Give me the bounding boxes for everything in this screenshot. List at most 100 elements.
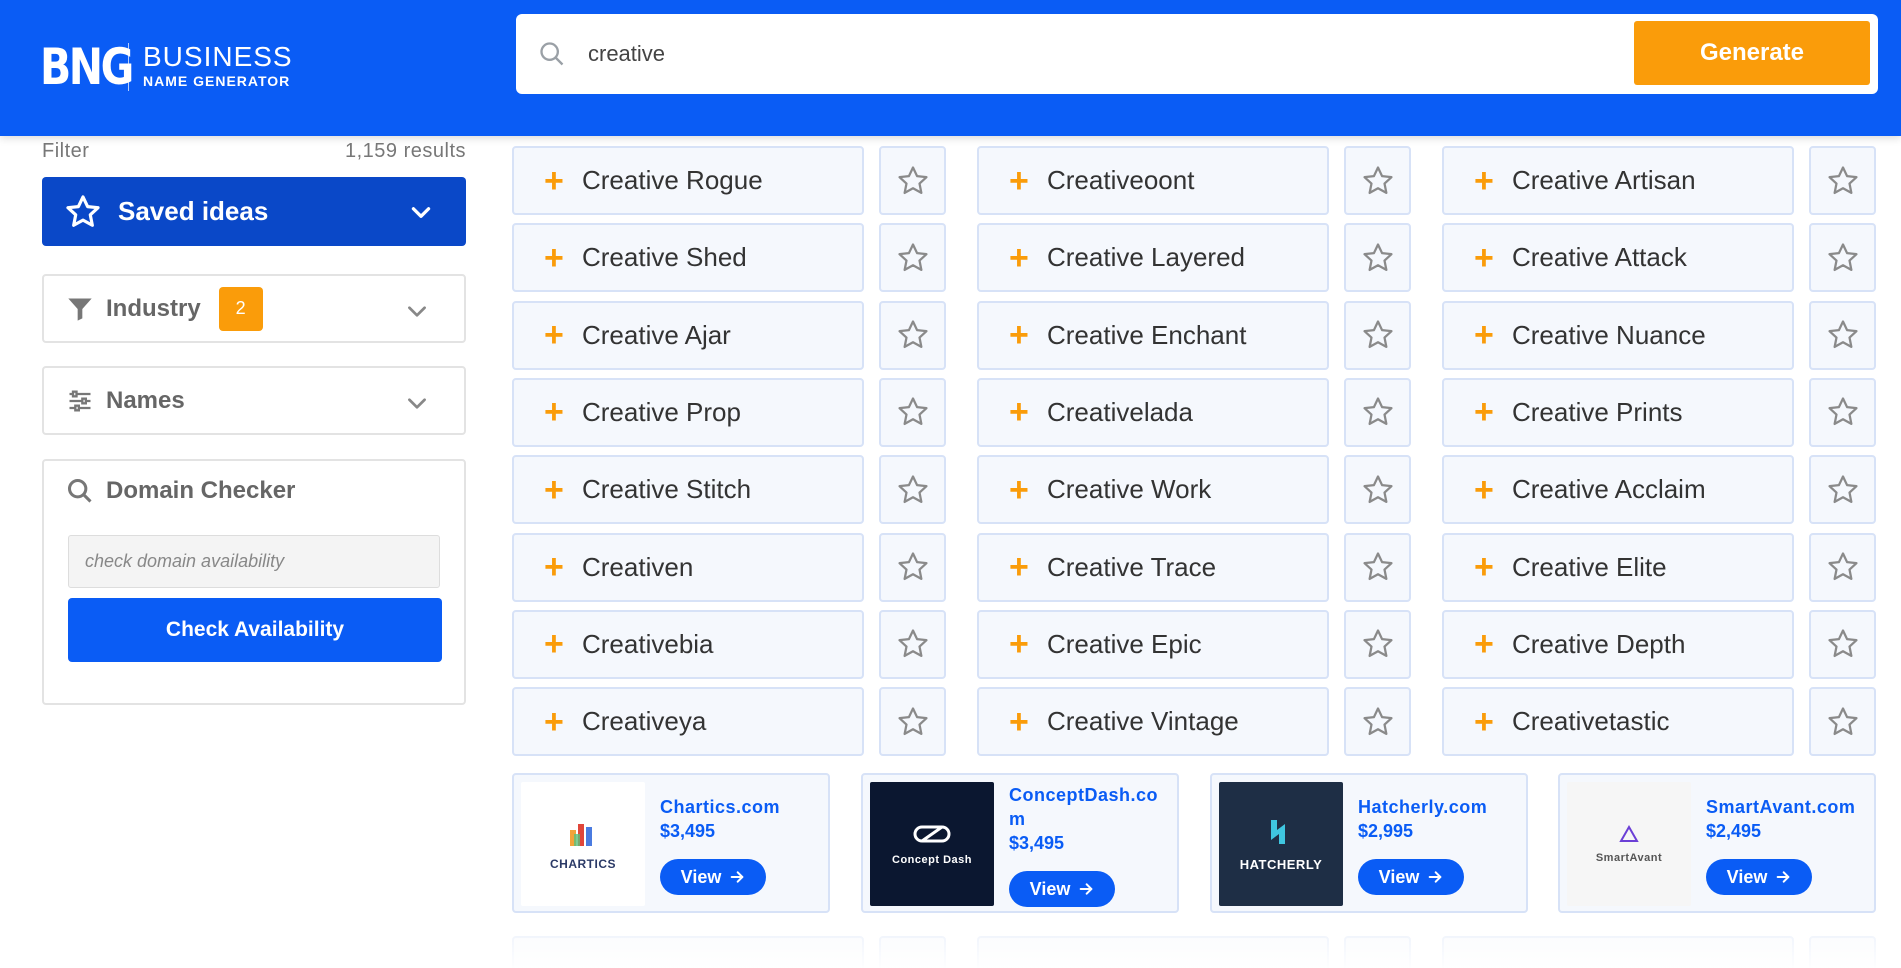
name-idea-card[interactable]: + Creative Attack: [1442, 223, 1794, 293]
save-star-button-partial[interactable]: [1809, 936, 1876, 968]
save-star-button[interactable]: [1809, 455, 1876, 525]
name-idea-card[interactable]: + Creative Artisan: [1442, 146, 1794, 215]
save-star-button[interactable]: [879, 377, 946, 447]
saved-ideas-button[interactable]: Saved ideas: [42, 177, 466, 246]
name-idea-card[interactable]: + Creativeya: [512, 687, 864, 757]
domain-ad-card[interactable]: Concept Dash ConceptDash.com $3,495 View: [861, 773, 1179, 913]
save-star-button-partial[interactable]: [879, 936, 946, 968]
save-star-button[interactable]: [1809, 377, 1876, 447]
domain-name[interactable]: Chartics.com: [660, 795, 820, 819]
save-star-button[interactable]: [1344, 300, 1411, 370]
star-icon: [1827, 165, 1858, 194]
domain-name[interactable]: ConceptDash.com: [1009, 783, 1169, 831]
star-icon: [66, 194, 100, 227]
save-star-button[interactable]: [1809, 223, 1876, 293]
save-star-button[interactable]: [1344, 146, 1411, 215]
domain-logo-text: HATCHERLY: [1239, 857, 1323, 872]
save-star-button[interactable]: [1344, 223, 1411, 293]
name-idea-label: Creative Prints: [1512, 396, 1683, 427]
names-filter[interactable]: Names: [42, 366, 466, 435]
name-idea-card-partial[interactable]: [1442, 936, 1794, 968]
name-idea-card[interactable]: + Creative Vintage: [977, 687, 1329, 757]
save-star-button[interactable]: [1809, 146, 1876, 215]
view-domain-button[interactable]: View: [1009, 871, 1115, 907]
name-idea-card[interactable]: + Creative Acclaim: [1442, 455, 1794, 525]
star-icon: [1827, 320, 1858, 349]
name-idea-card[interactable]: + Creativebia: [512, 609, 864, 679]
save-star-button[interactable]: [1344, 532, 1411, 602]
star-icon: [1362, 243, 1393, 271]
save-star-button[interactable]: [1344, 455, 1411, 525]
arrow-right-icon: [1777, 871, 1790, 883]
save-star-button[interactable]: [1344, 377, 1411, 447]
name-idea-card[interactable]: + Creative Elite: [1442, 532, 1794, 602]
name-idea-card[interactable]: + Creativetastic: [1442, 687, 1794, 757]
domain-input[interactable]: [68, 535, 440, 588]
logo-mark: BNG: [40, 38, 134, 96]
name-idea-card[interactable]: + Creative Prints: [1442, 377, 1794, 447]
check-availability-button[interactable]: Check Availability: [68, 598, 442, 662]
name-idea-card[interactable]: + Creative Depth: [1442, 609, 1794, 679]
domain-name[interactable]: SmartAvant.com: [1706, 795, 1866, 819]
filter-row: Filter 1,159 results: [42, 140, 466, 163]
generate-button[interactable]: Generate: [1634, 21, 1870, 85]
star-icon: [1827, 475, 1858, 503]
save-star-button[interactable]: [879, 455, 946, 525]
star-icon: [1827, 552, 1858, 581]
industry-filter[interactable]: Industry 2: [42, 274, 466, 343]
domain-logo: CHARTICS: [521, 782, 645, 906]
plus-icon: +: [544, 393, 564, 432]
save-star-button[interactable]: [879, 146, 946, 215]
name-idea-label: Creativetastic: [1512, 706, 1670, 737]
plus-icon: +: [544, 238, 564, 277]
name-idea-label: Creative Ajar: [582, 319, 731, 350]
name-idea-card-partial[interactable]: [977, 936, 1329, 968]
name-idea-card[interactable]: + Creative Enchant: [977, 300, 1329, 370]
logo-text: BUSINESS NAME GENERATOR: [143, 43, 293, 91]
view-domain-button[interactable]: View: [1706, 859, 1812, 895]
name-idea-card[interactable]: + Creative Stitch: [512, 455, 864, 525]
star-icon: [1827, 397, 1858, 426]
name-idea-card[interactable]: + Creative Nuance: [1442, 300, 1794, 370]
save-star-button[interactable]: [879, 223, 946, 293]
name-idea-card[interactable]: + Creative Epic: [977, 609, 1329, 679]
arrow-right-icon: [1429, 871, 1442, 883]
domain-ad-card[interactable]: HATCHERLY Hatcherly.com $2,995 View: [1210, 773, 1528, 913]
plus-icon: +: [1474, 702, 1494, 741]
name-idea-card[interactable]: + Creativelada: [977, 377, 1329, 447]
save-star-button[interactable]: [879, 687, 946, 757]
save-star-button[interactable]: [1344, 609, 1411, 679]
star-icon: [897, 320, 928, 349]
save-star-button-partial[interactable]: [1344, 936, 1411, 968]
name-idea-card[interactable]: + Creative Ajar: [512, 300, 864, 370]
save-star-button[interactable]: [1809, 300, 1876, 370]
save-star-button[interactable]: [1344, 687, 1411, 757]
name-idea-card[interactable]: + Creative Rogue: [512, 146, 864, 215]
name-idea-card[interactable]: + Creative Prop: [512, 377, 864, 447]
name-idea-card[interactable]: + Creative Trace: [977, 532, 1329, 602]
search-input[interactable]: [588, 41, 1588, 67]
domain-ad-card[interactable]: CHARTICS Chartics.com $3,495 View: [512, 773, 830, 913]
name-idea-card[interactable]: + Creativen: [512, 532, 864, 602]
domain-name[interactable]: Hatcherly.com: [1358, 795, 1518, 819]
save-star-button[interactable]: [879, 609, 946, 679]
plus-icon: +: [544, 316, 564, 355]
save-star-button[interactable]: [879, 300, 946, 370]
view-domain-button[interactable]: View: [1358, 859, 1464, 895]
name-idea-card[interactable]: + Creativeoont: [977, 146, 1329, 215]
save-star-button[interactable]: [879, 532, 946, 602]
name-idea-card[interactable]: + Creative Layered: [977, 223, 1329, 293]
name-idea-card[interactable]: + Creative Shed: [512, 223, 864, 293]
save-star-button[interactable]: [1809, 687, 1876, 757]
star-icon: [897, 243, 928, 271]
domain-ad-card[interactable]: SmartAvant SmartAvant.com $2,495 View: [1558, 773, 1876, 913]
name-idea-card[interactable]: + Creative Work: [977, 455, 1329, 525]
save-star-button[interactable]: [1809, 532, 1876, 602]
save-star-button[interactable]: [1809, 609, 1876, 679]
name-idea-label: Creative Acclaim: [1512, 474, 1706, 505]
name-idea-card-partial[interactable]: [512, 936, 864, 968]
name-idea-label: Creative Prop: [582, 396, 741, 427]
view-domain-button[interactable]: View: [660, 859, 766, 895]
domain-price: $3,495: [660, 821, 716, 841]
logo[interactable]: BNG BUSINESS NAME GENERATOR: [40, 42, 293, 92]
